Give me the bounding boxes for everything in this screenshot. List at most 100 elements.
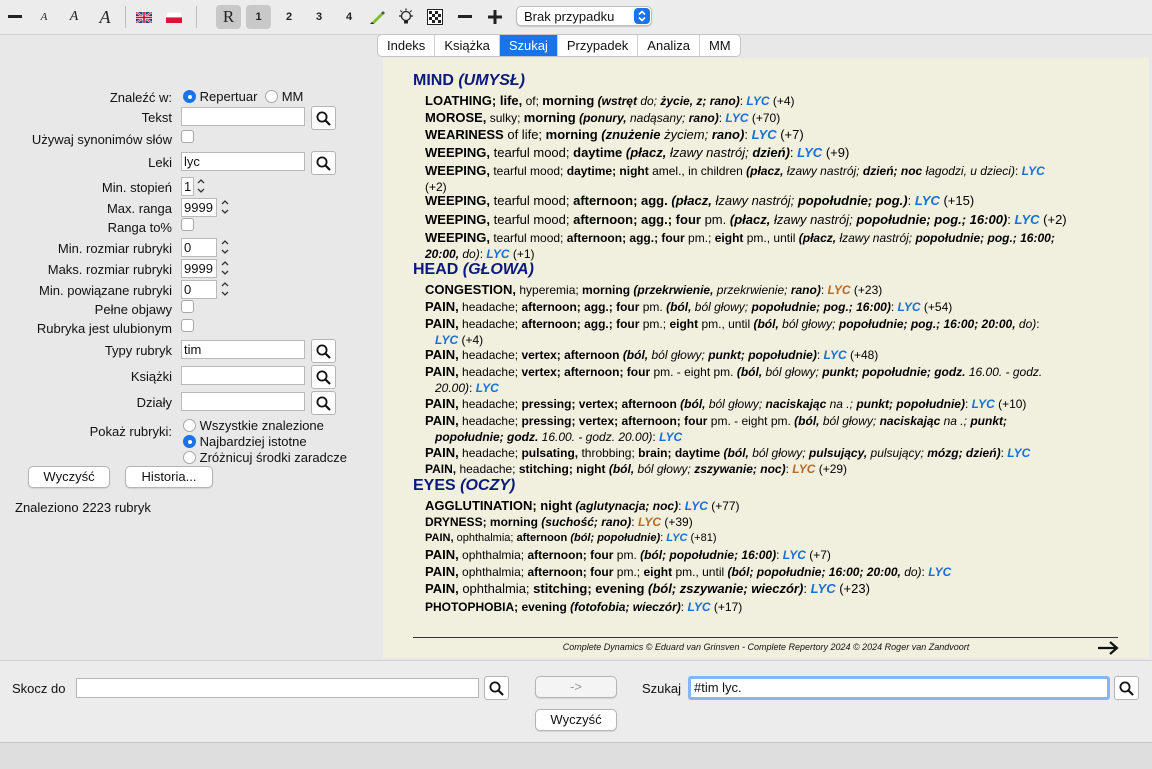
rubric-row[interactable]: PAIN, headache; stitching; night (ból, b… <box>425 461 1115 477</box>
radio-show-all[interactable] <box>183 419 196 432</box>
highlighter-icon[interactable] <box>366 5 388 29</box>
section-head[interactable]: HEAD (GŁOWA) <box>413 261 534 279</box>
rubric-row[interactable]: PAIN, headache; pressing; vertex; aftern… <box>425 396 1115 412</box>
rubric-view-button[interactable]: R <box>216 5 241 29</box>
max-rubric-size-input[interactable]: 9999 <box>181 259 217 278</box>
min-rubric-size-input[interactable]: 0 <box>181 238 217 257</box>
rubric-row[interactable]: WEEPING, tearful mood; afternoon; agg.; … <box>425 212 1115 228</box>
search-icon <box>1119 681 1134 696</box>
jump-search-button[interactable] <box>484 676 509 700</box>
rubric-row[interactable]: PAIN, ophthalmia; stitching; evening (bó… <box>425 581 1115 597</box>
rubric-types-input[interactable]: tim <box>181 340 305 359</box>
jump-go-button[interactable]: -> <box>535 676 617 698</box>
grade-4-button[interactable]: 4 <box>337 5 361 29</box>
max-rubric-size-stepper[interactable] <box>219 258 231 278</box>
rubric-row[interactable]: CONGESTION, hyperemia; morning (przekrwi… <box>425 282 1115 298</box>
rubric-row[interactable]: AGGLUTINATION; night (aglutynacja; noc):… <box>425 498 1115 514</box>
radio-show-relevant-label: Najbardziej istotne <box>199 434 307 449</box>
search-button[interactable] <box>1114 676 1139 700</box>
full-symptoms-label: Pełne objawy <box>94 302 172 317</box>
main-tabs: Indeks Książka Szukaj Przypadek Analiza … <box>377 34 741 57</box>
rubric-row[interactable]: PAIN, headache; vertex; afternoon (ból, … <box>425 347 1115 363</box>
radio-show-relevant[interactable] <box>183 435 196 448</box>
font-normal-icon[interactable]: A <box>63 5 85 29</box>
remedies-search-button[interactable] <box>311 151 336 175</box>
text-search-button[interactable] <box>311 106 336 130</box>
tab-book[interactable]: Książka <box>435 35 500 56</box>
tab-mm[interactable]: MM <box>700 35 740 56</box>
rubric-row[interactable]: PAIN, ophthalmia; afternoon; four pm. (b… <box>425 547 1115 563</box>
rubric-types-label: Typy rubryk <box>104 343 172 358</box>
min-related-stepper[interactable] <box>219 279 231 299</box>
rubric-row[interactable]: PAIN, headache; afternoon; agg.; four pm… <box>425 299 1115 315</box>
grade-2-button[interactable]: 2 <box>277 5 301 29</box>
rubric-row[interactable]: WEEPING, tearful mood; daytime (płacz, ł… <box>425 145 1115 161</box>
rubric-row[interactable]: LOATHING; life, of; morning (wstręt do; … <box>425 93 1115 109</box>
rubric-row[interactable]: DRYNESS; morning (suchość; rano): LYC (+… <box>425 514 1115 530</box>
tab-index[interactable]: Indeks <box>378 35 436 56</box>
toolbar: A A A R 1 2 3 4 Brak przypadku <box>0 0 1152 35</box>
rubric-row[interactable]: PHOTOPHOBIA; evening (fotofobia; wieczór… <box>425 599 1115 615</box>
radio-mm[interactable] <box>265 90 279 103</box>
books-input[interactable] <box>181 366 305 385</box>
clear-search-button[interactable]: Wyczyść <box>535 709 617 731</box>
rubric-row[interactable]: PAIN, ophthalmia; afternoon (ból; popołu… <box>425 530 1115 546</box>
radio-show-diff[interactable] <box>183 451 196 464</box>
rubric-row[interactable]: WEEPING, tearful mood; afternoon; agg. (… <box>425 193 1115 209</box>
max-rank-input[interactable]: 9999 <box>181 198 217 217</box>
rubric-row[interactable]: PAIN, headache; vertex; afternoon; four … <box>425 364 1115 396</box>
text-input[interactable] <box>181 107 305 126</box>
full-symptoms-checkbox[interactable] <box>181 300 194 313</box>
grade-3-button[interactable]: 3 <box>307 5 331 29</box>
rubric-row[interactable]: PAIN, headache; pulsating, throbbing; br… <box>425 445 1115 461</box>
rubric-row[interactable]: WEEPING, tearful mood; afternoon; agg.; … <box>425 230 1115 262</box>
flag-uk-icon[interactable] <box>134 5 154 29</box>
grade-1-button[interactable]: 1 <box>246 5 271 29</box>
next-page-arrow-icon[interactable] <box>1097 640 1119 659</box>
history-button[interactable]: Historia... <box>125 466 213 488</box>
rank-to-checkbox[interactable] <box>181 218 194 231</box>
tab-case[interactable]: Przypadek <box>558 35 639 56</box>
section-mind[interactable]: MIND (UMYSŁ) <box>413 72 525 90</box>
font-smaller-icon[interactable]: A <box>34 5 54 29</box>
minus-icon[interactable] <box>4 5 26 29</box>
sections-input[interactable] <box>181 392 305 411</box>
books-search-button[interactable] <box>311 365 336 389</box>
tab-analysis[interactable]: Analiza <box>638 35 700 56</box>
rubric-row[interactable]: WEARINESS of life; morning (znużenie życ… <box>425 127 1115 143</box>
section-eyes[interactable]: EYES (OCZY) <box>413 477 515 495</box>
rubric-row[interactable]: MOROSE, sulky; morning (ponury, nadąsany… <box>425 110 1115 126</box>
rubric-row[interactable]: PAIN, headache; afternoon; agg.; four pm… <box>425 316 1115 348</box>
grid-icon[interactable] <box>424 5 446 29</box>
min-rubric-size-label: Min. rozmiar rubryki <box>57 241 172 256</box>
zoom-in-icon[interactable] <box>484 5 506 29</box>
rubric-row[interactable]: PAIN, headache; pressing; vertex; aftern… <box>425 413 1115 445</box>
bottom-bar: Skocz do -> Szukaj #tim lyc. Wyczyść <box>0 660 1152 743</box>
find-in-label: Znaleźć w: <box>109 90 172 105</box>
radio-repertuar[interactable] <box>183 90 196 103</box>
rubric-types-search-button[interactable] <box>311 339 336 363</box>
font-larger-icon[interactable]: A <box>93 5 117 29</box>
min-related-input[interactable]: 0 <box>181 280 217 299</box>
synonyms-checkbox[interactable] <box>181 130 194 143</box>
tab-search[interactable]: Szukaj <box>499 35 558 56</box>
search-icon <box>316 344 331 359</box>
lightbulb-icon[interactable] <box>395 5 417 29</box>
sections-search-button[interactable] <box>311 391 336 415</box>
jump-input[interactable] <box>76 678 479 698</box>
remedies-input[interactable]: lyc <box>181 152 305 171</box>
clear-form-button[interactable]: Wyczyść <box>28 466 110 488</box>
min-rubric-size-stepper[interactable] <box>219 237 231 257</box>
case-select[interactable]: Brak przypadku <box>516 6 652 26</box>
radio-show-diff-label: Zróżnicuj środki zaradcze <box>199 450 348 465</box>
max-rank-stepper[interactable] <box>219 197 231 217</box>
search-input[interactable]: #tim lyc. <box>688 676 1110 700</box>
min-grade-input[interactable]: 1 <box>181 177 194 196</box>
rubric-row[interactable]: PAIN, ophthalmia; afternoon; four pm.; e… <box>425 564 1115 580</box>
rubric-row[interactable]: WEEPING, tearful mood; daytime; night am… <box>425 163 1115 195</box>
flag-poland-icon[interactable] <box>164 5 184 29</box>
min-grade-stepper[interactable] <box>195 176 207 196</box>
status-bar <box>0 742 1152 769</box>
favorite-checkbox[interactable] <box>181 319 194 332</box>
zoom-out-icon[interactable] <box>454 5 476 29</box>
